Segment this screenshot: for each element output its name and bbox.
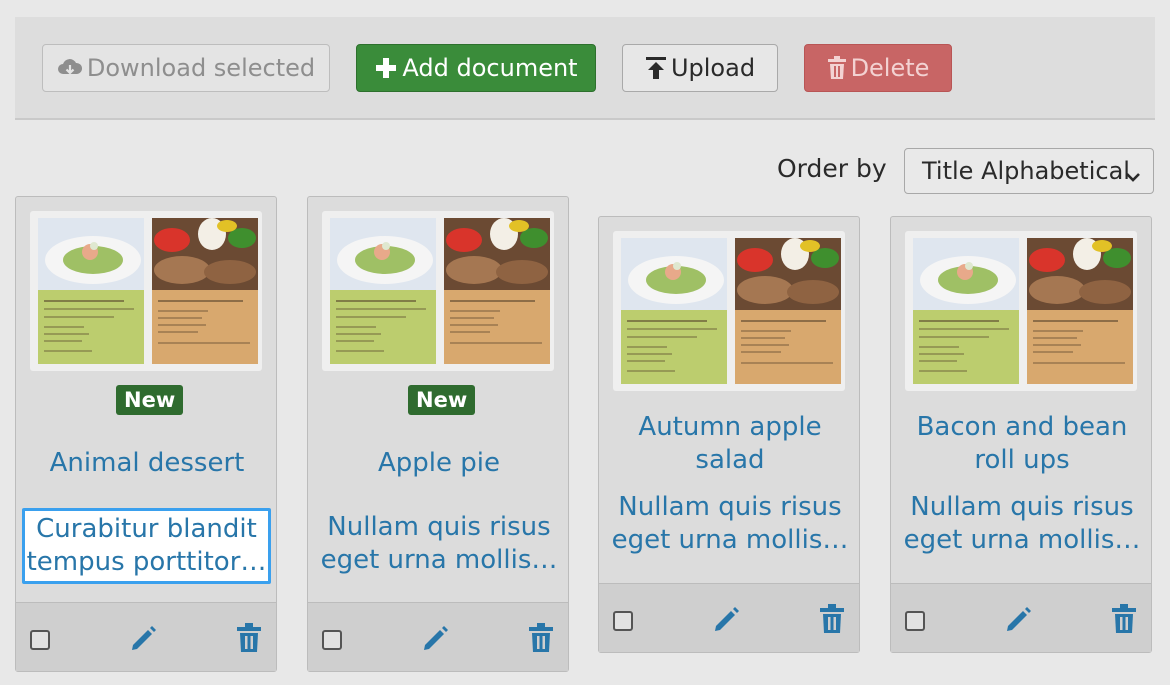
upload-button[interactable]: Upload: [622, 44, 778, 92]
trash-icon[interactable]: [528, 623, 554, 658]
document-card[interactable]: New Apple pie Nullam quis risus eget urn…: [307, 196, 569, 672]
order-by-label: Order by: [777, 154, 887, 183]
document-description[interactable]: Nullam quis risus eget urna mollis…: [316, 511, 562, 577]
card-footer: [308, 602, 568, 671]
cloud-download-icon: [57, 57, 83, 79]
pencil-icon[interactable]: [712, 604, 742, 639]
document-thumbnail[interactable]: [905, 231, 1137, 391]
thumbnail-page-left: [621, 238, 727, 384]
add-document-label: Add document: [402, 54, 578, 82]
download-selected-button[interactable]: Download selected: [42, 44, 330, 92]
thumbnail-page-left: [913, 238, 1019, 384]
select-checkbox[interactable]: [613, 611, 633, 631]
chevron-down-icon: [1125, 163, 1141, 191]
document-card[interactable]: Bacon and bean roll ups Nullam quis risu…: [890, 216, 1152, 653]
document-thumbnail[interactable]: [613, 231, 845, 391]
new-badge: New: [408, 385, 476, 415]
select-checkbox[interactable]: [322, 630, 342, 650]
document-description[interactable]: Nullam quis risus eget urna mollis…: [899, 491, 1145, 557]
delete-button[interactable]: Delete: [804, 44, 952, 92]
add-document-button[interactable]: Add document: [356, 44, 596, 92]
new-badge: New: [116, 385, 184, 415]
pencil-icon[interactable]: [1004, 604, 1034, 639]
plus-icon: [374, 56, 398, 80]
delete-label: Delete: [850, 54, 930, 82]
thumbnail-page-right: [152, 218, 258, 364]
thumbnail-page-right: [444, 218, 550, 364]
document-card[interactable]: Autumn apple salad Nullam quis risus ege…: [598, 216, 860, 653]
order-by-value: Title Alphabetical: [922, 157, 1130, 185]
trash-icon[interactable]: [1111, 604, 1137, 639]
trash-icon: [827, 56, 847, 80]
document-title[interactable]: Bacon and bean roll ups: [899, 411, 1145, 477]
trash-icon[interactable]: [819, 604, 845, 639]
card-footer: [16, 602, 276, 671]
upload-icon: [645, 56, 667, 80]
card-footer: [599, 583, 859, 652]
thumbnail-page-left: [38, 218, 144, 364]
select-checkbox[interactable]: [905, 611, 925, 631]
trash-icon[interactable]: [236, 623, 262, 658]
document-title[interactable]: Animal dessert: [24, 447, 270, 480]
document-title[interactable]: Autumn apple salad: [607, 411, 853, 477]
order-by-select[interactable]: Title Alphabetical: [904, 148, 1154, 194]
toolbar: Download selected Add document Upload De…: [15, 17, 1155, 120]
document-card[interactable]: New Animal dessert Curabitur blandit tem…: [15, 196, 277, 672]
pencil-icon[interactable]: [421, 623, 451, 658]
select-checkbox[interactable]: [30, 630, 50, 650]
card-footer: [891, 583, 1151, 652]
document-description[interactable]: Curabitur blandit tempus porttitor…: [22, 508, 271, 584]
document-title[interactable]: Apple pie: [316, 447, 562, 480]
document-thumbnail[interactable]: [322, 211, 554, 371]
thumbnail-page-left: [330, 218, 436, 364]
document-library: Download selected Add document Upload De…: [0, 0, 1170, 685]
pencil-icon[interactable]: [129, 623, 159, 658]
document-description[interactable]: Nullam quis risus eget urna mollis…: [607, 491, 853, 557]
upload-label: Upload: [670, 54, 756, 82]
thumbnail-page-right: [735, 238, 841, 384]
thumbnail-page-right: [1027, 238, 1133, 384]
document-thumbnail[interactable]: [30, 211, 262, 371]
download-selected-label: Download selected: [86, 54, 316, 82]
